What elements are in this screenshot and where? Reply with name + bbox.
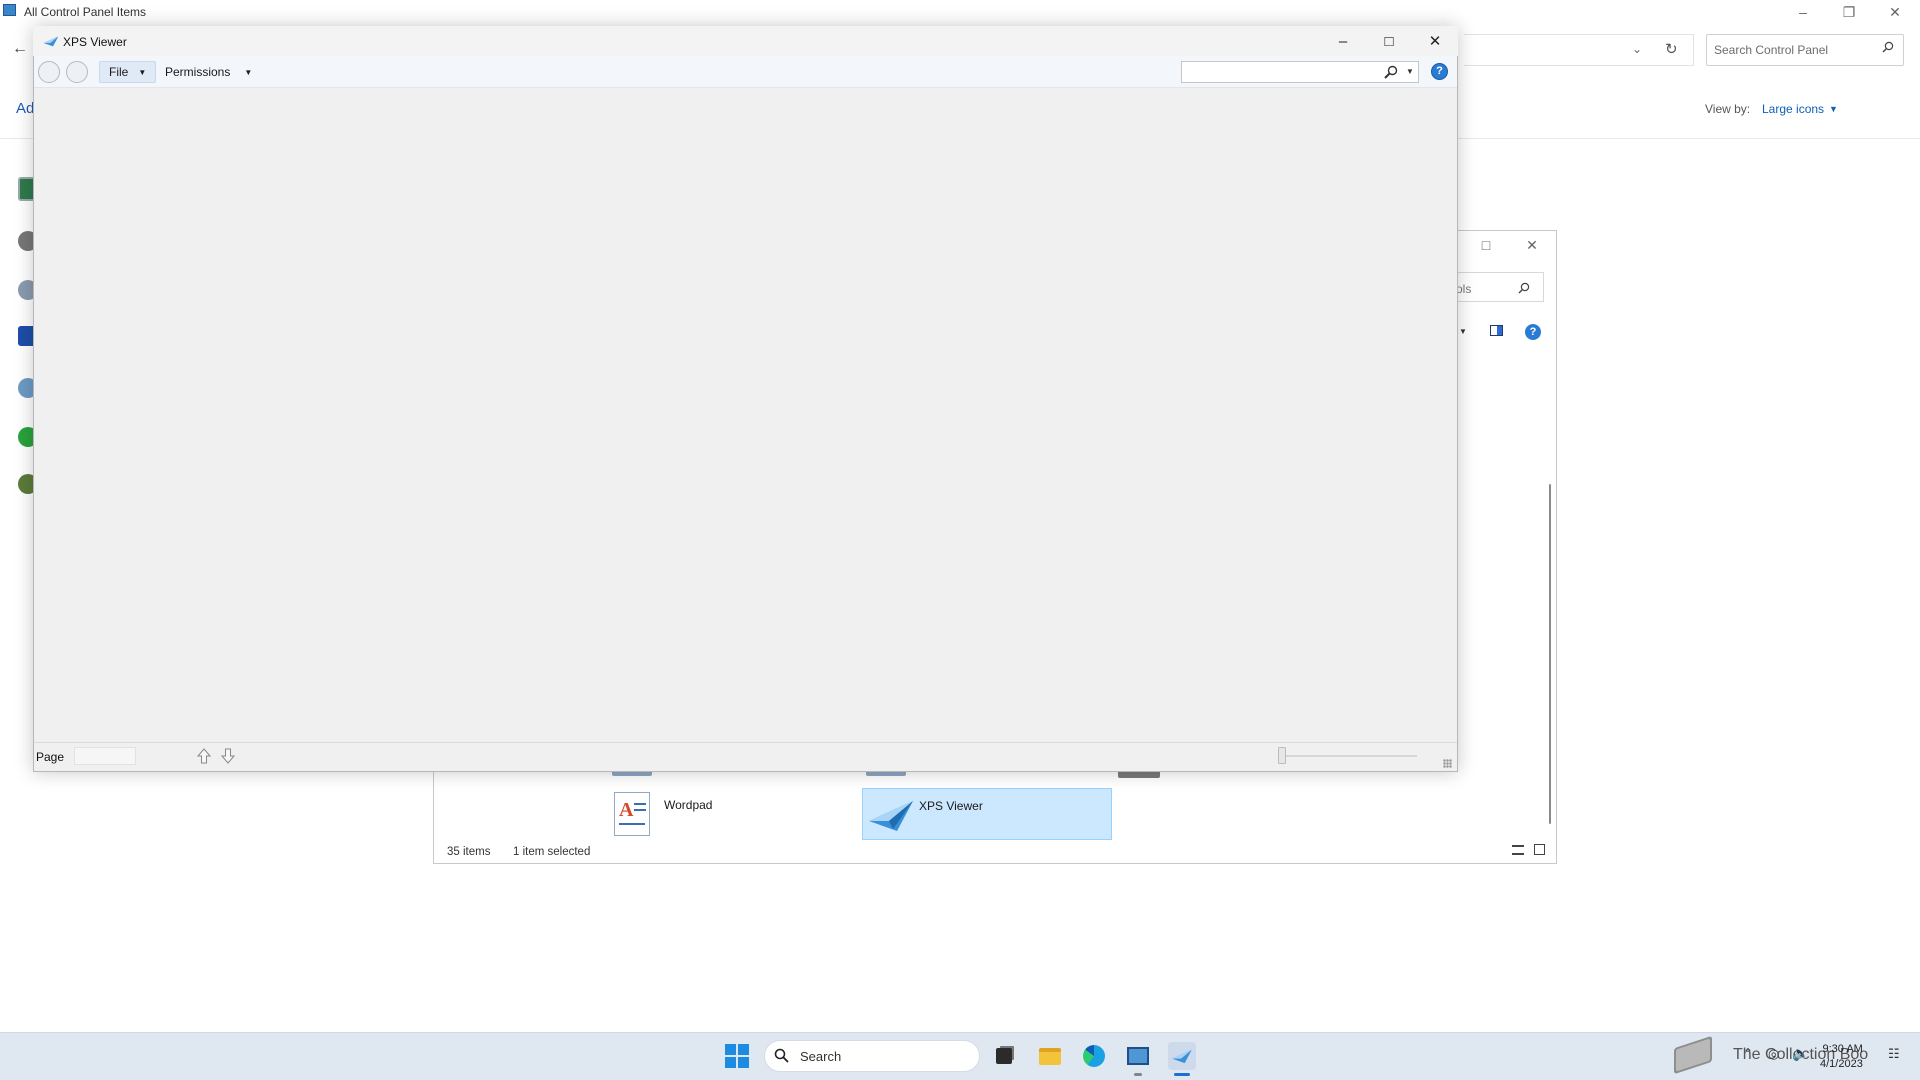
dropdown-triangle-icon: ▼: [1829, 104, 1838, 114]
refresh-icon[interactable]: ↻: [1665, 40, 1678, 58]
clock-time: 9:30 AM: [1822, 1043, 1863, 1055]
search-icon[interactable]: [1882, 41, 1894, 53]
help-icon[interactable]: ?: [1525, 324, 1541, 340]
find-options-chevron-icon[interactable]: ▼: [1406, 67, 1414, 76]
page-label: Page: [36, 750, 65, 764]
xps-app-icon: [43, 36, 59, 47]
cp-minimize-button[interactable]: –: [1780, 0, 1826, 24]
permissions-menu-label: Permissions: [165, 65, 231, 79]
forward-button[interactable]: [66, 61, 88, 83]
view-by-dropdown[interactable]: Large icons ▼: [1762, 102, 1838, 116]
xps-viewer-title: XPS Viewer: [63, 35, 127, 49]
next-page-arrow-icon[interactable]: [221, 748, 235, 764]
list-item-label: XPS Viewer: [919, 799, 983, 813]
search-icon[interactable]: [1518, 282, 1530, 294]
file-menu-button[interactable]: File ▼: [99, 61, 157, 83]
previous-page-arrow-icon[interactable]: [197, 748, 211, 764]
details-view-icon[interactable]: [1512, 845, 1524, 855]
text-line: [619, 823, 645, 825]
control-panel-title: All Control Panel Items: [24, 5, 147, 19]
admin-tools-search-text: ols: [1456, 282, 1472, 296]
permissions-menu-button[interactable]: Permissions ▼: [160, 61, 257, 83]
at-close-button[interactable]: ✕: [1512, 233, 1552, 257]
taskbar-clock[interactable]: 9:30 AM 4/1/2023: [1820, 1042, 1863, 1072]
xps-statusbar: [34, 742, 1457, 771]
xps-minimize-button[interactable]: –: [1320, 26, 1366, 56]
chevron-down-icon[interactable]: ⌄: [1632, 42, 1642, 56]
file-explorer-icon[interactable]: [1036, 1042, 1064, 1070]
notification-icon[interactable]: ☷: [1888, 1046, 1900, 1062]
cp-restore-button[interactable]: ❐: [1826, 0, 1872, 24]
large-icons-view-icon[interactable]: [1534, 844, 1545, 855]
taskbar-search-label: Search: [800, 1049, 842, 1064]
active-indicator: [1174, 1073, 1190, 1076]
xps-viewer-titlebar: [33, 26, 1458, 56]
start-windows-icon[interactable]: [725, 1044, 749, 1068]
dropdown-triangle-icon: ▼: [138, 67, 147, 77]
view-by-value: Large icons: [1762, 102, 1825, 116]
edge-browser-icon[interactable]: [1080, 1042, 1108, 1070]
page-number-input[interactable]: [74, 747, 136, 765]
control-panel-app-icon: [3, 4, 16, 16]
back-arrow-icon[interactable]: ←: [12, 40, 28, 58]
list-item-label: Wordpad: [664, 798, 713, 812]
control-panel-taskbar-icon[interactable]: [1124, 1042, 1152, 1070]
help-icon[interactable]: ?: [1431, 63, 1448, 80]
task-view-icon[interactable]: [990, 1042, 1018, 1070]
volume-icon[interactable]: 🔈: [1792, 1045, 1809, 1062]
search-icon: [774, 1048, 789, 1063]
back-button[interactable]: [38, 61, 60, 83]
cp-close-button[interactable]: ✕: [1872, 0, 1918, 24]
xps-close-button[interactable]: ✕: [1412, 26, 1458, 56]
dropdown-triangle-icon[interactable]: ▼: [1459, 327, 1467, 336]
book-icon[interactable]: [1668, 1034, 1718, 1078]
control-panel-search-placeholder: Search Control Panel: [1714, 43, 1829, 57]
text-line: [634, 809, 646, 811]
at-maximize-button[interactable]: □: [1466, 233, 1506, 257]
status-item-count: 35 items: [447, 846, 491, 858]
paper-plane-icon: [869, 801, 913, 831]
taskbar-search-box[interactable]: [764, 1040, 980, 1072]
address-bar[interactable]: [1464, 34, 1694, 66]
text-line: [634, 803, 646, 805]
resize-grip-icon[interactable]: [1443, 759, 1452, 768]
file-menu-label: File: [109, 65, 129, 79]
wordpad-letter-a: A: [619, 799, 634, 821]
zoom-slider-thumb[interactable]: [1278, 747, 1286, 764]
network-icon[interactable]: ◎: [1768, 1046, 1779, 1062]
scrollbar-thumb[interactable]: [1549, 484, 1551, 824]
chevron-up-icon[interactable]: ⌃: [1743, 1046, 1753, 1060]
xps-maximize-button[interactable]: □: [1366, 26, 1412, 56]
status-selection: 1 item selected: [513, 846, 591, 858]
adjust-settings-heading: Ad: [16, 100, 35, 117]
list-item-xps-viewer[interactable]: XPS Viewer: [862, 788, 1112, 840]
clock-date: 4/1/2023: [1820, 1058, 1863, 1070]
zoom-slider-track[interactable]: [1281, 755, 1417, 757]
control-panel-titlebar: [0, 0, 1920, 24]
list-item-wordpad[interactable]: A Wordpad: [608, 788, 848, 840]
running-indicator: [1134, 1073, 1142, 1076]
view-by-label: View by:: [1705, 102, 1751, 116]
wordpad-icon: A: [614, 792, 650, 836]
xps-viewer-taskbar-icon[interactable]: [1168, 1042, 1196, 1070]
preview-pane-icon[interactable]: [1490, 325, 1503, 336]
xps-viewer-window: [33, 26, 1458, 772]
find-search-icon[interactable]: [1384, 65, 1398, 79]
dropdown-triangle-icon: ▼: [244, 67, 253, 77]
